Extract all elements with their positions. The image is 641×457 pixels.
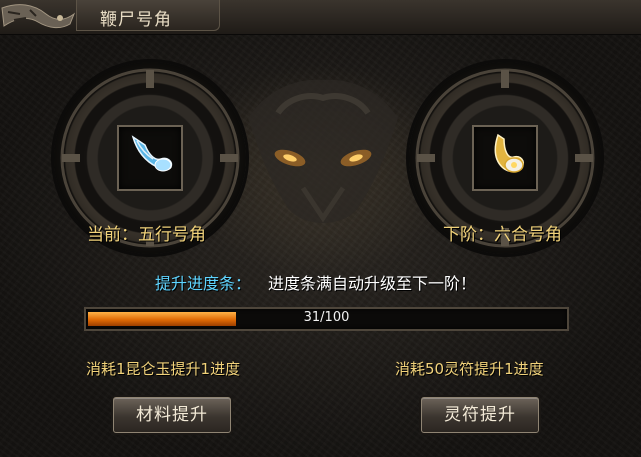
- dragon-background-art: [248, 79, 398, 223]
- next-item-label: 下阶：六合号角: [443, 225, 562, 245]
- material-upgrade-button[interactable]: 材料提升: [113, 397, 231, 433]
- current-item-label: 当前：五行号角: [87, 225, 206, 245]
- progress-label: 提升进度条：: [155, 274, 252, 293]
- dragon-emblem-icon: [1, 4, 76, 29]
- upgrade-progress-bar: 31/100: [84, 307, 569, 331]
- horn-upgrade-panel: 鞭尸号角 当前：五行号角 下阶：六合号角 提升进度条： 进度条满自动升级至下一阶…: [0, 0, 641, 457]
- progress-description: 进度条满自动升级至下一阶！: [268, 274, 477, 293]
- material-cost-text: 消耗1昆仑玉提升1进度: [86, 360, 241, 378]
- talisman-cost-text: 消耗50灵符提升1进度: [395, 360, 544, 378]
- blue-horn-icon: [131, 135, 173, 172]
- title-bar: 鞭尸号角: [0, 0, 641, 35]
- progress-text: 31/100: [303, 310, 350, 325]
- next-item-slot[interactable]: [472, 125, 538, 191]
- gold-horn-icon: [494, 133, 525, 173]
- window-title: 鞭尸号角: [100, 10, 172, 30]
- talisman-upgrade-button[interactable]: 灵符提升: [421, 397, 539, 433]
- current-item-slot[interactable]: [117, 125, 183, 191]
